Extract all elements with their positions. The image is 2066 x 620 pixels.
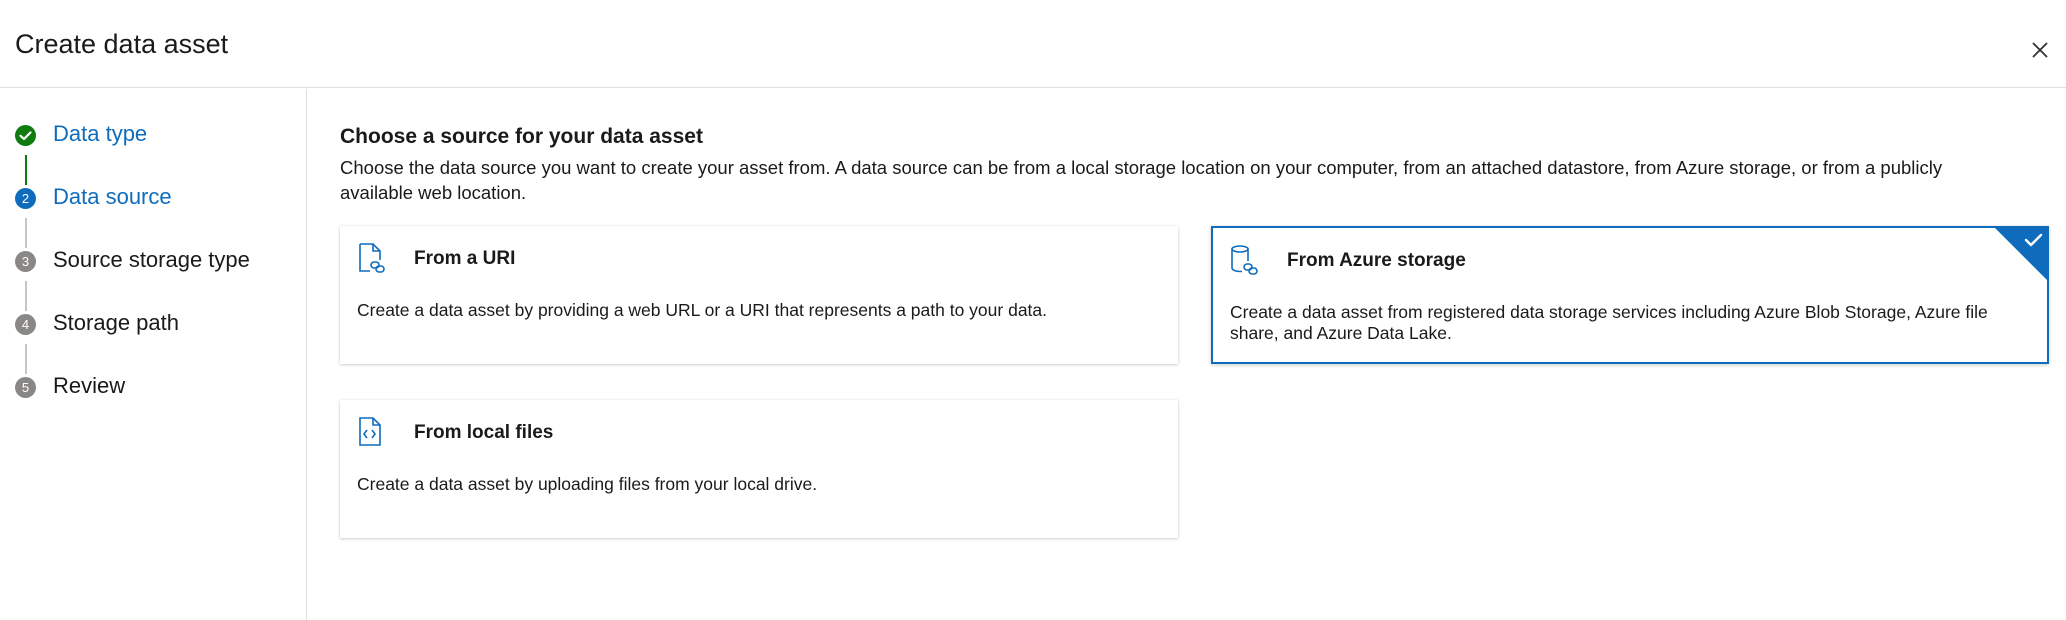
step-number-badge: 5	[15, 377, 36, 398]
option-card-from-uri[interactable]: From a URI Create a data asset by provid…	[340, 226, 1178, 364]
card-title: From Azure storage	[1287, 250, 1466, 271]
close-icon	[2032, 42, 2048, 58]
step-label: Review	[53, 373, 126, 398]
step-label: Storage path	[53, 310, 179, 335]
step-data-source[interactable]: 2 Data source	[0, 180, 300, 220]
step-number-badge: 3	[15, 251, 36, 272]
step-storage-path[interactable]: 4 Storage path	[0, 306, 300, 346]
section-description: Choose the data source you want to creat…	[340, 157, 1943, 203]
option-card-from-azure-storage[interactable]: From Azure storage Create a data asset f…	[1211, 226, 2049, 364]
card-description: Create a data asset by providing a web U…	[357, 300, 1048, 320]
card-description: Create a data asset by uploading files f…	[357, 474, 818, 494]
card-description: Create a data asset from registered data…	[1230, 302, 1988, 343]
selected-checkmark-icon	[1993, 226, 2049, 282]
step-label: Data source	[53, 184, 172, 209]
dialog-header: Create data asset	[0, 0, 2066, 88]
file-link-icon	[356, 242, 386, 274]
checkmark-circle-icon	[15, 125, 36, 146]
close-button[interactable]	[2026, 36, 2054, 64]
step-label: Source storage type	[53, 247, 250, 272]
dialog-title: Create data asset	[15, 29, 229, 59]
card-title: From local files	[414, 422, 554, 443]
step-source-storage-type[interactable]: 3 Source storage type	[0, 243, 300, 283]
section-heading: Choose a source for your data asset	[340, 125, 703, 148]
option-card-from-local-files[interactable]: From local files Create a data asset by …	[340, 400, 1178, 538]
wizard-steps: Data type 2 Data source 3 Source storage…	[0, 89, 307, 620]
step-number-badge: 2	[15, 188, 36, 209]
step-review[interactable]: 5 Review	[0, 369, 300, 409]
file-code-icon	[356, 416, 386, 448]
database-link-icon	[1229, 244, 1259, 276]
step-number-badge: 4	[15, 314, 36, 335]
step-label: Data type	[53, 121, 148, 146]
step-data-type[interactable]: Data type	[0, 117, 300, 157]
card-title: From a URI	[414, 248, 516, 269]
